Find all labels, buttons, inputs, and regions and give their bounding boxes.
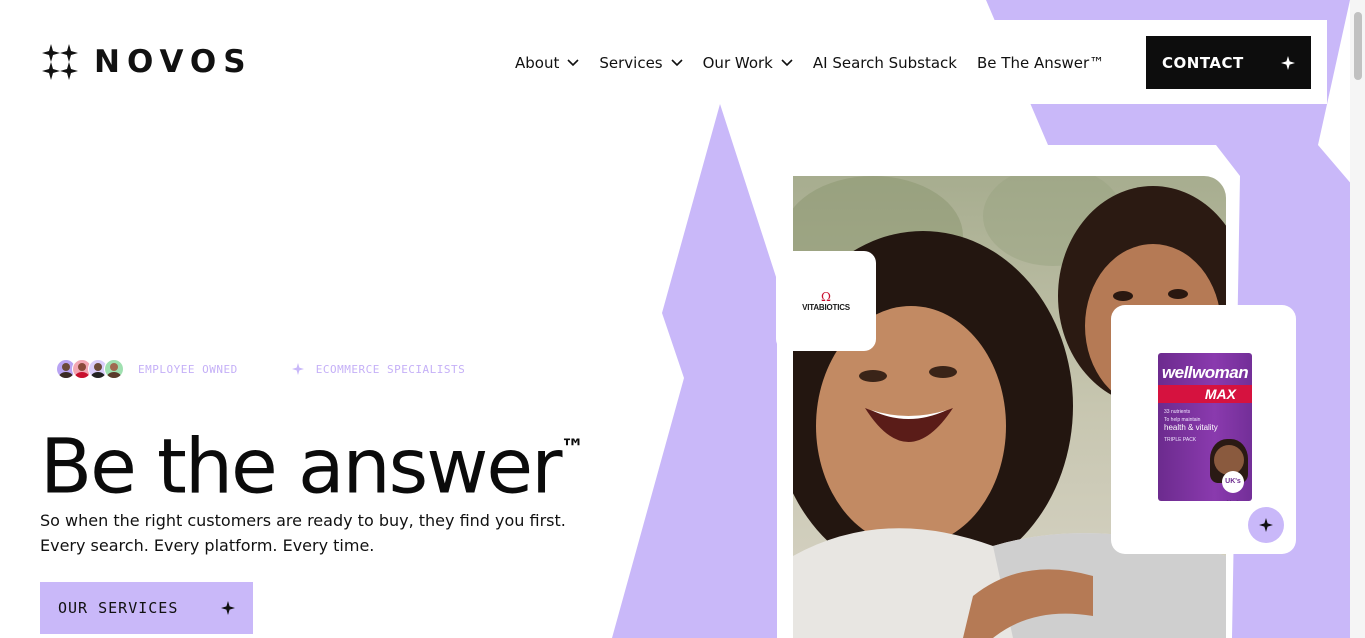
hero-title: Be the answer™ <box>40 414 584 510</box>
sparkle-icon <box>291 363 304 375</box>
chevron-down-icon <box>671 58 683 66</box>
main-nav: About Services Our Work AI Search Substa… <box>515 36 1124 89</box>
product-variant: MAX <box>1158 385 1252 403</box>
chevron-down-icon <box>567 58 579 66</box>
vitabiotics-logo-text: VITABIOTICS <box>802 302 850 312</box>
logo[interactable]: NOVOS <box>42 44 253 80</box>
our-services-button[interactable]: OUR SERVICES <box>40 582 253 634</box>
product-card: wellwoman MAX 33 nutrients To help maint… <box>1111 305 1296 554</box>
employee-avatars <box>56 359 124 379</box>
nav-item-services[interactable]: Services <box>599 53 683 72</box>
hero-subtitle-line: Every search. Every platform. Every time… <box>40 536 375 555</box>
sparkle-icon <box>221 601 235 615</box>
nav-item-our-work[interactable]: Our Work <box>703 54 793 72</box>
scrollbar-thumb[interactable] <box>1354 12 1362 80</box>
hero-subtitle: So when the right customers are ready to… <box>40 508 620 558</box>
chevron-down-icon <box>781 58 793 66</box>
contact-button-label: CONTACT <box>1162 53 1244 72</box>
product-text: 33 nutrients <box>1164 409 1191 415</box>
product-brand: wellwoman <box>1161 363 1249 382</box>
product-seal: UK's No1 <box>1222 471 1244 501</box>
employee-owned-badge: EMPLOYEE OWNED <box>138 362 238 376</box>
vitabiotics-logo-mark: Ω <box>821 289 831 304</box>
product-image: wellwoman MAX 33 nutrients To help maint… <box>1158 353 1252 501</box>
ecommerce-badge-label: ECOMMERCE SPECIALISTS <box>315 362 466 376</box>
nav-item-ai-search-substack[interactable]: AI Search Substack <box>813 54 957 72</box>
logo-text: NOVOS <box>94 44 253 80</box>
nav-item-label: Be The Answer™ <box>977 53 1105 72</box>
nav-item-about[interactable]: About <box>515 54 579 72</box>
hero-subtitle-line: So when the right customers are ready to… <box>40 511 566 530</box>
nav-item-label: Services <box>599 53 663 72</box>
product-text: health & vitality <box>1164 423 1218 432</box>
sparkle-icon <box>1281 55 1295 70</box>
client-logo-card: Ω VITABIOTICS <box>776 251 876 351</box>
logo-sparkle-icon <box>42 44 78 80</box>
page-scrollbar[interactable] <box>1350 0 1365 638</box>
trademark-mark: ™ <box>560 434 585 462</box>
product-sparkle-button[interactable] <box>1248 507 1284 543</box>
nav-item-label: Our Work <box>702 53 773 72</box>
nav-item-label: AI Search Substack <box>812 53 957 72</box>
nav-item-label: About <box>515 53 560 72</box>
ecommerce-badge: ECOMMERCE SPECIALISTS <box>291 362 466 376</box>
nav-item-be-the-answer[interactable]: Be The Answer™ <box>977 54 1104 72</box>
product-text: TRIPLE PACK <box>1164 437 1197 443</box>
our-services-button-label: OUR SERVICES <box>58 599 179 617</box>
contact-button[interactable]: CONTACT <box>1146 36 1311 89</box>
sparkle-icon <box>1259 518 1273 532</box>
avatar <box>104 359 124 379</box>
trust-badges: EMPLOYEE OWNED ECOMMERCE SPECIALISTS <box>56 359 465 379</box>
hero-title-text: Be the answer <box>40 421 562 511</box>
